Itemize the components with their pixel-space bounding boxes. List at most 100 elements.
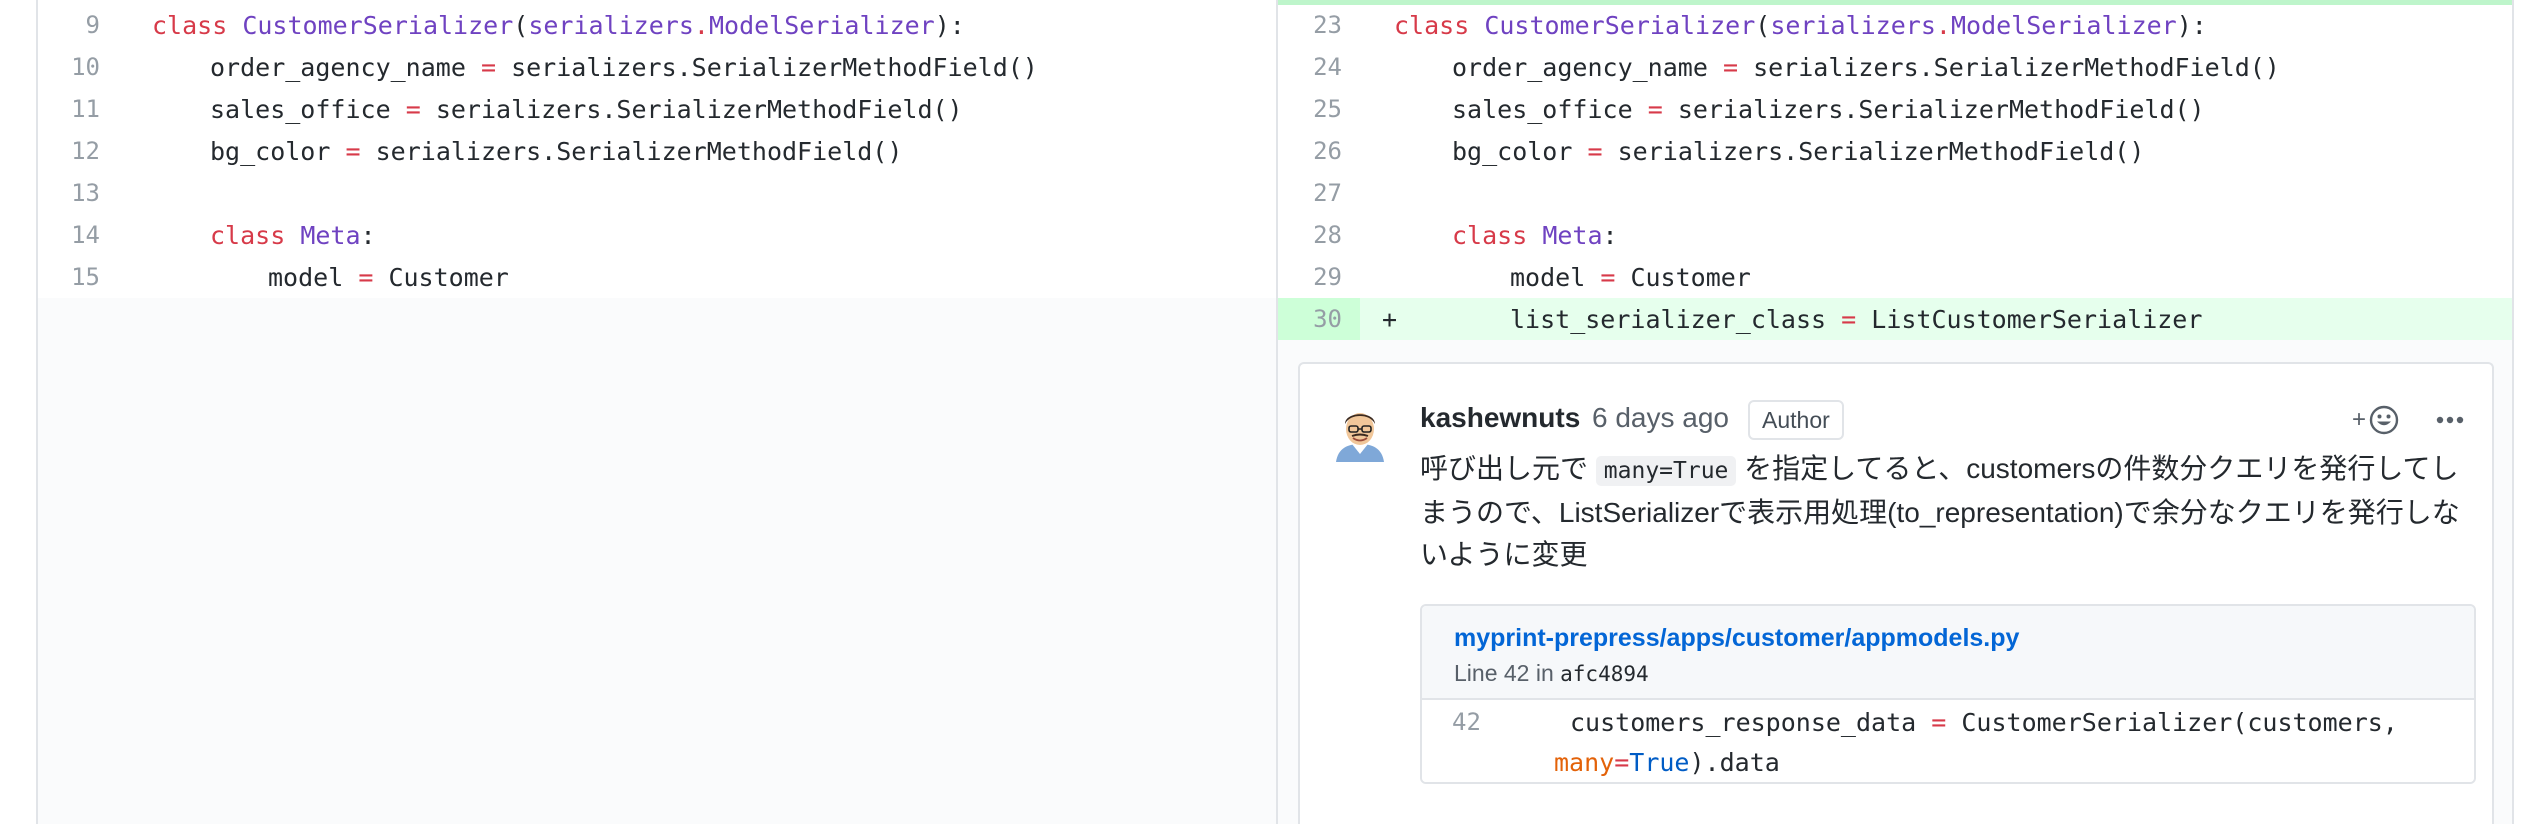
assign-operator: = xyxy=(345,136,361,166)
line-number[interactable]: 13 xyxy=(30,179,100,207)
line-number[interactable]: 14 xyxy=(30,221,100,249)
field-value: serializers.SerializerMethodField() xyxy=(511,52,1038,82)
snippet-header: myprint-prepress/apps/customer/appmodels… xyxy=(1422,606,2474,700)
add-reaction-button[interactable]: + xyxy=(2352,400,2412,440)
line-number[interactable]: 27 xyxy=(1272,179,1342,207)
line-number[interactable]: 30 xyxy=(1272,305,1342,333)
commit-sha-link[interactable]: afc4894 xyxy=(1560,662,1649,686)
author-badge: Author xyxy=(1748,400,1844,440)
line-number[interactable]: 24 xyxy=(1272,53,1342,81)
keyword-class: class xyxy=(152,10,228,40)
punct: ( xyxy=(1755,10,1771,40)
punct: : xyxy=(1602,220,1618,250)
comment-body: 呼び出し元で many=True を指定してると、customersの件数分クエ… xyxy=(1420,448,2480,576)
code-text: class Meta: xyxy=(210,221,376,250)
line-number[interactable]: 23 xyxy=(1272,11,1342,39)
referenced-code-snippet: myprint-prepress/apps/customer/appmodels… xyxy=(1420,604,2476,784)
class-name: CustomerSerializer xyxy=(242,10,514,40)
line-number[interactable]: 28 xyxy=(1272,221,1342,249)
avatar[interactable] xyxy=(1330,402,1390,462)
line-number[interactable]: 10 xyxy=(30,53,100,81)
attr-value: Customer xyxy=(1630,262,1751,292)
field-name: order_agency_name xyxy=(1452,52,1708,82)
class-name: CustomerSerializer xyxy=(1484,10,1756,40)
call-expression: CustomerSerializer(customers, xyxy=(1961,708,2398,737)
snippet-line-number: 42 xyxy=(1452,708,1481,736)
field-name: sales_office xyxy=(1452,94,1633,124)
field-value: serializers.SerializerMethodField() xyxy=(375,136,903,166)
punct: : xyxy=(360,220,376,250)
code-text: bg_color = serializers.SerializerMethodF… xyxy=(210,137,902,166)
assign-operator: = xyxy=(1647,94,1663,124)
class-name: Meta xyxy=(1542,220,1603,250)
avatar-image xyxy=(1330,402,1390,462)
variable-name: customers_response_data xyxy=(1570,708,1917,737)
punct: ): xyxy=(934,10,965,40)
line-number[interactable]: 12 xyxy=(30,137,100,165)
assign-operator: = xyxy=(1722,52,1738,82)
field-name: bg_color xyxy=(1452,136,1573,166)
base-module: serializers xyxy=(1770,10,1936,40)
code-text: order_agency_name = serializers.Serializ… xyxy=(1452,53,2280,82)
comment-text: 呼び出し元で xyxy=(1420,453,1596,484)
keyword-class: class xyxy=(1394,10,1470,40)
line-number[interactable]: 25 xyxy=(1272,95,1342,123)
base-class: ModelSerializer xyxy=(1950,10,2177,40)
code-text: class CustomerSerializer(serializers.Mod… xyxy=(152,11,965,40)
assign-operator: = xyxy=(1841,304,1857,334)
call-tail: ).data xyxy=(1689,748,1780,777)
code-text: sales_office = serializers.SerializerMet… xyxy=(1452,95,2205,124)
diff-right-border xyxy=(2512,0,2514,824)
attr-name: list_serializer_class xyxy=(1510,304,1827,334)
plus-glyph: + xyxy=(2352,406,2367,433)
base-class: ModelSerializer xyxy=(708,10,935,40)
bool-constant: True xyxy=(1629,748,1690,777)
snippet-file-link[interactable]: myprint-prepress/apps/customer/appmodels… xyxy=(1454,624,2019,653)
field-value: serializers.SerializerMethodField() xyxy=(435,94,963,124)
class-name: Meta xyxy=(300,220,361,250)
attr-value: ListCustomerSerializer xyxy=(1871,304,2203,334)
field-name: order_agency_name xyxy=(210,52,466,82)
snippet-code-line: customers_response_data = CustomerSerial… xyxy=(1570,708,2398,737)
split-pane-divider xyxy=(1276,0,1278,824)
code-text: class Meta: xyxy=(1452,221,1618,250)
assign-operator: = xyxy=(480,52,496,82)
dot-operator: . xyxy=(693,10,709,40)
attr-name: model xyxy=(1510,262,1586,292)
left-pane-empty-area xyxy=(38,298,1276,824)
diff-marker: + xyxy=(1382,304,1398,334)
line-number[interactable]: 26 xyxy=(1272,137,1342,165)
code-text: order_agency_name = serializers.Serializ… xyxy=(210,53,1038,82)
snippet-code-line-wrap: many=True).data xyxy=(1554,748,1780,777)
attr-value: Customer xyxy=(388,262,509,292)
line-number[interactable]: 9 xyxy=(30,11,100,39)
field-value: serializers.SerializerMethodField() xyxy=(1677,94,2205,124)
attr-name: model xyxy=(268,262,344,292)
field-name: sales_office xyxy=(210,94,391,124)
snippet-code: 42 customers_response_data = CustomerSer… xyxy=(1422,700,2474,782)
keyword-class: class xyxy=(210,220,286,250)
code-text: class CustomerSerializer(serializers.Mod… xyxy=(1394,11,2207,40)
assign-operator: = xyxy=(358,262,374,292)
assign-operator: = xyxy=(1614,748,1630,777)
line-number[interactable]: 15 xyxy=(30,263,100,291)
inline-code: many=True xyxy=(1595,456,1737,486)
comment-timestamp-link[interactable]: 6 days ago xyxy=(1592,402,1729,434)
field-value: serializers.SerializerMethodField() xyxy=(1617,136,2145,166)
code-text: list_serializer_class = ListCustomerSeri… xyxy=(1510,305,2202,334)
code-text: model = Customer xyxy=(268,263,509,292)
comment-more-button[interactable] xyxy=(2430,400,2470,440)
code-text: sales_office = serializers.SerializerMet… xyxy=(210,95,963,124)
punct: ): xyxy=(2176,10,2207,40)
kwarg-name: many xyxy=(1554,748,1615,777)
snippet-line-label: Line 42 in xyxy=(1454,660,1554,686)
kebab-horizontal-icon xyxy=(2436,416,2464,424)
assign-operator: = xyxy=(405,94,421,124)
line-number[interactable]: 29 xyxy=(1272,263,1342,291)
code-text: model = Customer xyxy=(1510,263,1751,292)
keyword-class: class xyxy=(1452,220,1528,250)
assign-operator: = xyxy=(1931,708,1947,737)
comment-author-link[interactable]: kashewnuts xyxy=(1420,402,1580,434)
line-number[interactable]: 11 xyxy=(30,95,100,123)
snippet-meta: Line 42 in afc4894 xyxy=(1454,660,1649,687)
